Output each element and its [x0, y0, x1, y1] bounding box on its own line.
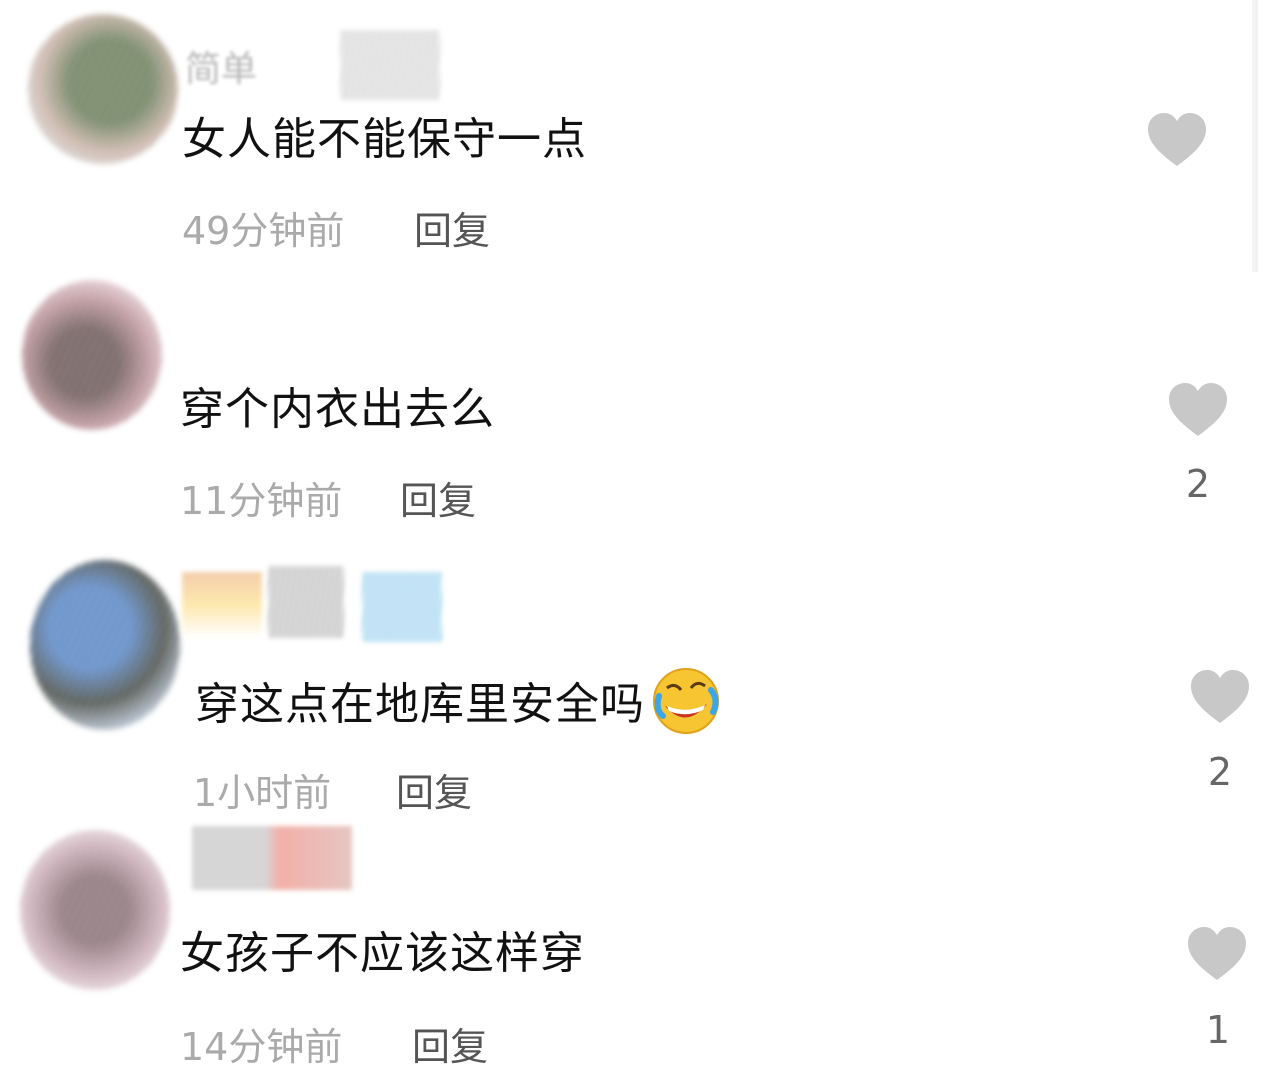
- comment-text: 女孩子不应该这样穿: [180, 928, 585, 979]
- username-blur: [192, 826, 352, 890]
- like-count: 1: [1205, 1008, 1231, 1052]
- reply-button[interactable]: 回复: [412, 1016, 488, 1071]
- heart-icon[interactable]: [1186, 926, 1248, 982]
- comment-time: 14分钟前: [180, 1025, 343, 1069]
- avatar[interactable]: [20, 830, 170, 990]
- comment-item: 女孩子不应该这样穿 14分钟前 回复 1: [0, 0, 1282, 1072]
